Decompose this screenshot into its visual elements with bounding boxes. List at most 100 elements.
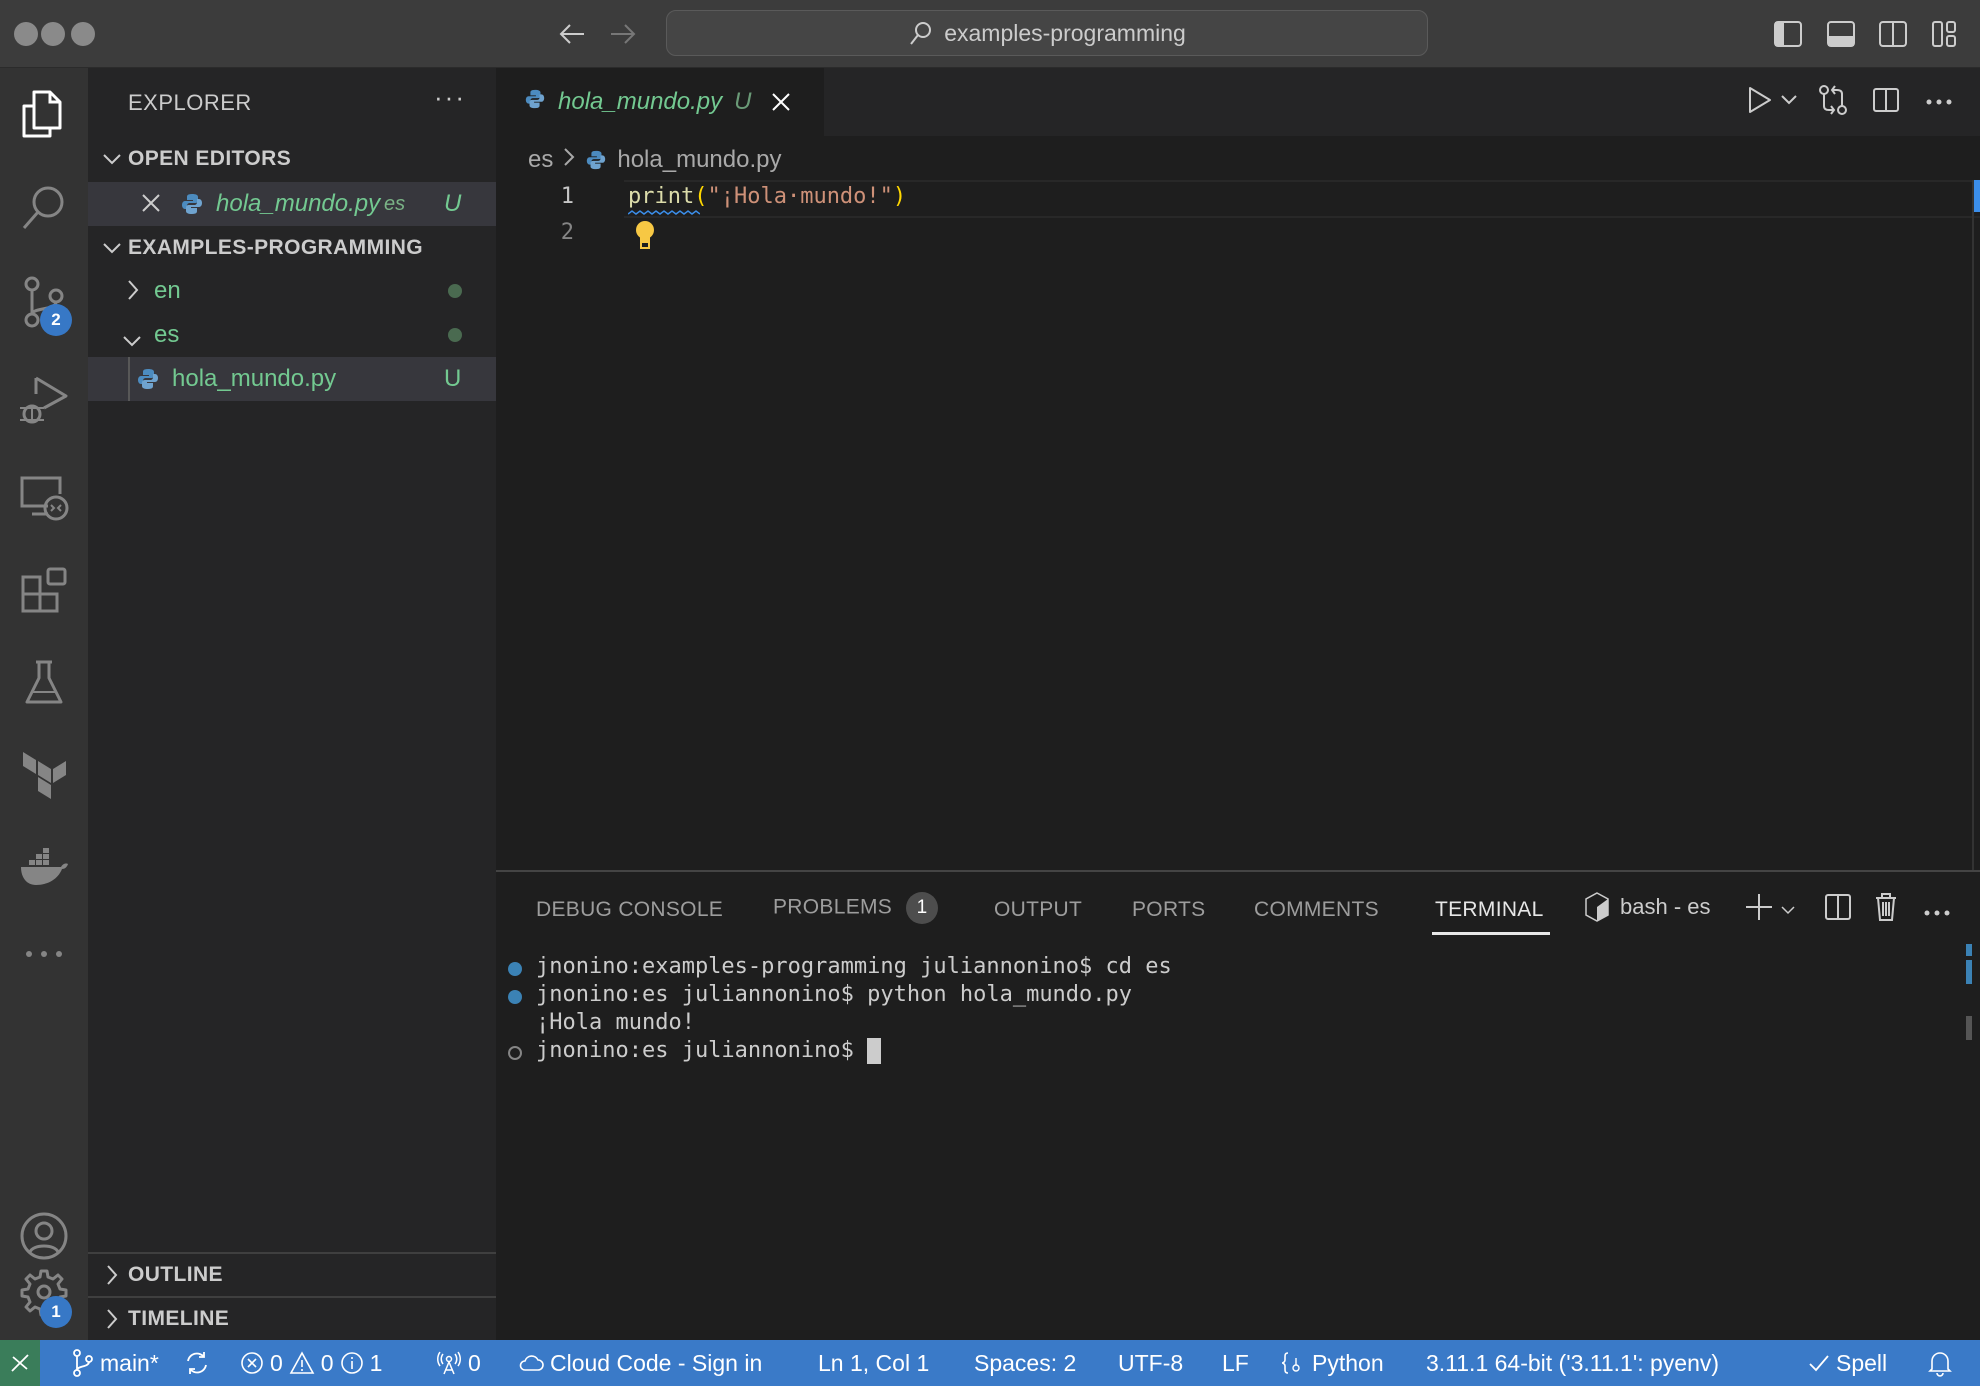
git-branch-status[interactable]: main* xyxy=(72,1340,159,1386)
ports-status[interactable]: 0 xyxy=(436,1340,481,1386)
command-success-mark[interactable] xyxy=(508,962,522,976)
more-actions-button[interactable] xyxy=(1926,93,1952,111)
encoding[interactable]: UTF-8 xyxy=(1118,1340,1183,1386)
cloud-icon xyxy=(519,1355,544,1371)
outline-label: OUTLINE xyxy=(128,1263,223,1286)
info-icon xyxy=(340,1352,363,1374)
tree-folder-es[interactable]: es xyxy=(88,313,496,357)
activity-manage[interactable]: 1 xyxy=(0,1248,88,1336)
toggle-secondary-sidebar-button[interactable] xyxy=(1877,18,1909,50)
tab-output[interactable]: OUTPUT xyxy=(994,898,1082,922)
braces-icon xyxy=(1281,1352,1300,1374)
activity-remote-explorer[interactable] xyxy=(0,454,88,542)
panel-more-button[interactable] xyxy=(1924,904,1950,922)
split-editor-button[interactable] xyxy=(1872,86,1900,119)
spell-checker[interactable]: Spell xyxy=(1808,1340,1887,1386)
kill-terminal-button[interactable] xyxy=(1874,892,1898,927)
sync-icon xyxy=(187,1352,207,1374)
cursor-position[interactable]: Ln 1, Col 1 xyxy=(818,1340,929,1386)
notifications-button[interactable] xyxy=(1928,1340,1952,1386)
breadcrumb-file[interactable]: hola_mundo.py xyxy=(617,146,781,174)
breadcrumb-folder[interactable]: es xyxy=(528,146,553,174)
tree-file-hola-mundo[interactable]: hola_mundo.py U xyxy=(88,357,496,401)
tab-hola-mundo[interactable]: hola_mundo.py U xyxy=(496,68,824,136)
status-bar: main* 0 0 1 0 Cloud Code - Sign in Ln 1,… xyxy=(0,1340,1980,1386)
tab-ports[interactable]: PORTS xyxy=(1132,898,1205,922)
go-back-button[interactable] xyxy=(554,16,590,52)
command-center-search[interactable]: examples-programming xyxy=(666,10,1428,56)
close-tab-icon[interactable] xyxy=(771,92,791,112)
open-editors-header[interactable]: OPEN EDITORS xyxy=(88,138,496,180)
extensions-icon xyxy=(21,567,67,613)
indentation[interactable]: Spaces: 2 xyxy=(974,1340,1076,1386)
remote-indicator[interactable] xyxy=(0,1340,40,1386)
toggle-primary-sidebar-button[interactable] xyxy=(1772,18,1804,50)
tree-folder-en[interactable]: en xyxy=(88,269,496,313)
terminal-cursor xyxy=(867,1038,882,1064)
editor-actions xyxy=(1746,68,1980,136)
tab-debug-console[interactable]: DEBUG CONSOLE xyxy=(536,898,723,922)
activity-explorer[interactable] xyxy=(0,70,88,158)
end-of-line[interactable]: LF xyxy=(1222,1340,1249,1386)
activity-run-debug[interactable] xyxy=(0,356,88,444)
terminal-profile-dropdown[interactable] xyxy=(1780,902,1796,920)
split-terminal-button[interactable] xyxy=(1824,892,1852,927)
tab-problems[interactable]: PROBLEMS 1 xyxy=(773,892,939,924)
activity-search[interactable] xyxy=(0,164,88,252)
chevron-right-icon xyxy=(126,279,140,308)
activity-more[interactable] xyxy=(0,910,88,998)
terminal-scrollbar[interactable] xyxy=(1966,1016,1972,1040)
terminal-line: ¡Hola mundo! xyxy=(536,1010,695,1035)
minimap[interactable] xyxy=(1782,180,1980,870)
activity-source-control[interactable]: 2 xyxy=(0,258,88,346)
more-icon xyxy=(1926,99,1952,105)
go-forward-button[interactable] xyxy=(605,16,641,52)
folder-name: en xyxy=(154,277,181,304)
customize-layout-button[interactable] xyxy=(1929,18,1961,50)
encoding-label: UTF-8 xyxy=(1118,1349,1184,1376)
command-success-mark[interactable] xyxy=(508,990,522,1004)
window-minimize-button[interactable] xyxy=(41,22,65,46)
activity-terraform[interactable] xyxy=(0,732,88,820)
run-python-button[interactable] xyxy=(1746,85,1774,120)
workspace-header[interactable]: EXAMPLES-PROGRAMMING xyxy=(88,227,496,269)
lightbulb-icon[interactable] xyxy=(634,220,656,255)
problems-status[interactable]: 0 0 1 xyxy=(240,1340,382,1386)
close-editor-icon[interactable] xyxy=(140,192,162,221)
new-terminal-button[interactable] xyxy=(1744,892,1774,927)
python-interpreter[interactable]: 3.11.1 64-bit ('3.11.1': pyenv) xyxy=(1426,1340,1719,1386)
terminal-line: jnonino:es juliannonino$ python hola_mun… xyxy=(536,982,1133,1007)
sync-button[interactable] xyxy=(184,1340,210,1386)
terminal-output[interactable]: jnonino:examples-programming juliannonin… xyxy=(496,950,1936,1330)
cloud-code-status[interactable]: Cloud Code - Sign in xyxy=(518,1340,762,1386)
run-debug-icon xyxy=(20,376,68,424)
activity-testing[interactable] xyxy=(0,638,88,726)
language-mode[interactable]: Python xyxy=(1280,1340,1384,1386)
toggle-panel-button[interactable] xyxy=(1825,18,1857,50)
outline-header[interactable]: OUTLINE xyxy=(88,1254,496,1296)
run-dropdown-button[interactable] xyxy=(1780,93,1798,111)
warning-icon xyxy=(289,1351,315,1374)
editor-scrollbar[interactable] xyxy=(1974,180,1980,212)
window-zoom-button[interactable] xyxy=(71,22,95,46)
explorer-sidebar: EXPLORER ··· OPEN EDITORS hola_mundo.py … xyxy=(88,68,496,1340)
terminal-selector[interactable]: bash - es xyxy=(1584,892,1711,922)
chevron-down-icon xyxy=(88,241,128,255)
interpreter-label: 3.11.1 64-bit ('3.11.1': pyenv) xyxy=(1426,1349,1720,1376)
tab-terminal[interactable]: TERMINAL xyxy=(1435,898,1544,922)
open-editor-item[interactable]: hola_mundo.py es U xyxy=(88,182,496,226)
line-number: 1 xyxy=(560,184,574,209)
timeline-header[interactable]: TIMELINE xyxy=(88,1298,496,1340)
chevron-down-icon xyxy=(88,152,128,166)
tab-comments[interactable]: COMMENTS xyxy=(1254,898,1379,922)
python-file-icon xyxy=(136,367,160,398)
code-line-1[interactable]: print("¡Hola·mundo!") xyxy=(628,184,906,209)
sidebar-more-actions[interactable]: ··· xyxy=(434,82,466,113)
activity-docker[interactable] xyxy=(0,824,88,912)
activity-extensions[interactable] xyxy=(0,546,88,634)
open-changes-button[interactable] xyxy=(1818,84,1848,121)
problems-label: PROBLEMS xyxy=(773,895,893,919)
window-close-button[interactable] xyxy=(14,22,38,46)
code-editor[interactable]: 1 2 print("¡Hola·mundo!") xyxy=(496,180,1980,870)
terminal-prompt-line: jnonino:es juliannonino$ xyxy=(536,1038,882,1064)
